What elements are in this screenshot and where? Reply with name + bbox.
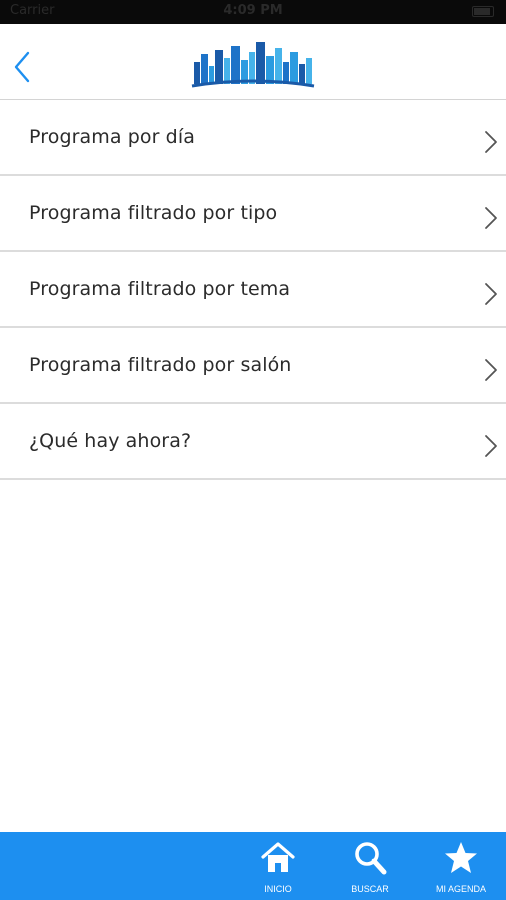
chevron-right-icon bbox=[485, 359, 497, 381]
menu-item-label: Programa filtrado por tipo bbox=[29, 202, 278, 224]
program-menu-list: Programa por día Programa filtrado por t… bbox=[0, 100, 506, 480]
chevron-left-icon bbox=[14, 51, 30, 83]
menu-item-label: Programa filtrado por salón bbox=[29, 354, 292, 376]
home-icon bbox=[261, 842, 295, 872]
chevron-right-icon bbox=[485, 435, 497, 457]
search-icon bbox=[355, 842, 387, 875]
chevron-right-icon bbox=[485, 207, 497, 229]
menu-item-label: ¿Qué hay ahora? bbox=[29, 430, 192, 452]
menu-item-label: Programa filtrado por tema bbox=[29, 278, 291, 300]
status-time: 4:09 PM bbox=[223, 3, 283, 18]
status-bar: Carrier 4:09 PM bbox=[0, 0, 506, 24]
bottom-tab-bar: INICIO BUSCAR MI AGENDA bbox=[0, 832, 506, 900]
city-skyline-logo bbox=[191, 42, 315, 88]
chevron-right-icon bbox=[485, 131, 497, 153]
tab-label: BUSCAR bbox=[351, 884, 389, 894]
tab-label: INICIO bbox=[264, 884, 292, 894]
menu-item-que-hay-ahora[interactable]: ¿Qué hay ahora? bbox=[0, 404, 506, 480]
tab-label: MI AGENDA bbox=[435, 884, 486, 894]
menu-item-filtrado-por-tema[interactable]: Programa filtrado por tema bbox=[0, 252, 506, 328]
menu-item-filtrado-por-salon[interactable]: Programa filtrado por salón bbox=[0, 328, 506, 404]
star-icon bbox=[445, 842, 477, 873]
chevron-right-icon bbox=[485, 283, 497, 305]
back-button[interactable] bbox=[10, 50, 36, 84]
menu-item-programa-por-dia[interactable]: Programa por día bbox=[0, 100, 506, 176]
tab-inicio[interactable]: INICIO bbox=[238, 832, 318, 900]
navigation-bar bbox=[0, 24, 506, 100]
menu-item-filtrado-por-tipo[interactable]: Programa filtrado por tipo bbox=[0, 176, 506, 252]
battery-icon bbox=[472, 6, 494, 17]
tab-buscar[interactable]: BUSCAR bbox=[330, 832, 410, 900]
tab-mi-agenda[interactable]: MI AGENDA bbox=[421, 832, 501, 900]
menu-item-label: Programa por día bbox=[29, 126, 195, 148]
